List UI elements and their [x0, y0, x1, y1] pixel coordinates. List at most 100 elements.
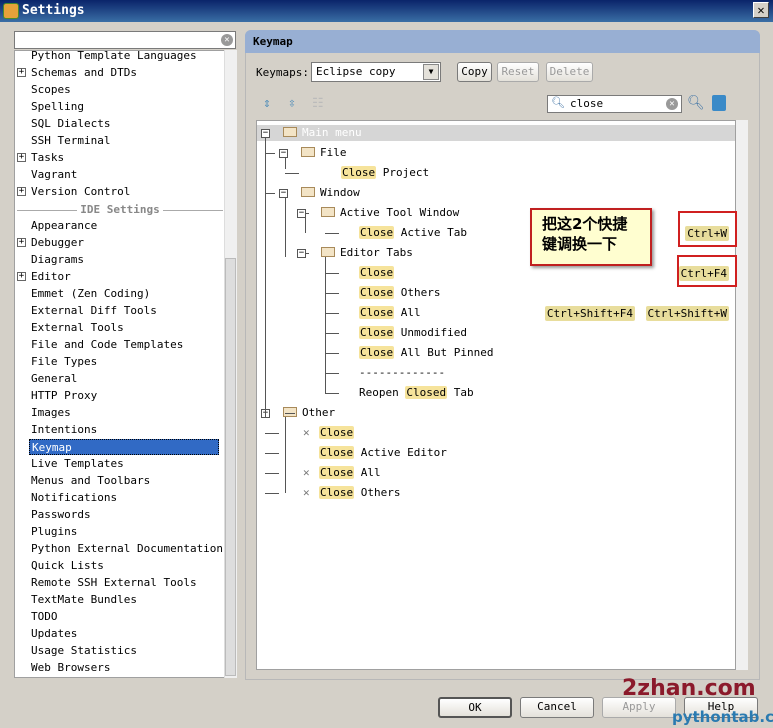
sidebar-item-external-tools[interactable]: External Tools [31, 320, 124, 336]
keymap-search-input[interactable]: 🔍︎ close ✕ [547, 95, 682, 113]
tree-connector [285, 197, 286, 257]
keymap-selected-value: Eclipse copy [316, 65, 396, 78]
expand-icon[interactable]: + [17, 238, 26, 247]
highlight-box [677, 255, 737, 287]
search-match: Close [359, 346, 395, 359]
tree-row[interactable]: Close Unmodified [359, 325, 467, 341]
expand-all-icon[interactable]: ⇕ [263, 96, 271, 111]
sidebar-item-general[interactable]: General [31, 371, 77, 387]
tree-row[interactable]: Close Active Tab [359, 225, 467, 241]
tree-connector [325, 393, 339, 394]
delete-button[interactable]: Delete [546, 62, 593, 82]
sidebar-scroll-thumb[interactable] [225, 258, 236, 676]
sidebar-item-usage-statistics[interactable]: Usage Statistics [31, 643, 137, 659]
tree-row[interactable]: ------------- [359, 365, 445, 381]
sidebar-item-ssh-terminal[interactable]: SSH Terminal [31, 133, 110, 149]
tree-row[interactable]: Window [301, 185, 360, 201]
sidebar-item-python-external-documentation[interactable]: Python External Documentation [31, 541, 223, 557]
sidebar-item-intentions[interactable]: Intentions [31, 422, 97, 438]
sidebar-item-keymap[interactable]: Keymap [29, 439, 219, 455]
annotation-note: 把这2个快捷键调换一下 [530, 208, 652, 266]
sidebar-item-remote-ssh-external-tools[interactable]: Remote SSH External Tools [31, 575, 197, 591]
sidebar-item-editor[interactable]: Editor [31, 269, 71, 285]
sidebar-item-diagrams[interactable]: Diagrams [31, 252, 84, 268]
sidebar-item-menus-and-toolbars[interactable]: Menus and Toolbars [31, 473, 150, 489]
sidebar-item-appearance[interactable]: Appearance [31, 218, 97, 234]
folder-icon [301, 147, 315, 157]
tree-connector [285, 157, 286, 169]
tree-connector [325, 257, 326, 393]
sidebar-item-quick-lists[interactable]: Quick Lists [31, 558, 104, 574]
unassigned-icon: ✕ [303, 466, 310, 479]
sidebar-item-plugins[interactable]: Plugins [31, 524, 77, 540]
expand-icon[interactable]: + [17, 68, 26, 77]
tree-row[interactable]: Close [359, 265, 395, 281]
folder-icon [283, 127, 297, 137]
search-match: Close [359, 226, 395, 239]
reset-button[interactable]: Reset [497, 62, 539, 82]
sidebar-item-images[interactable]: Images [31, 405, 71, 421]
expand-icon[interactable]: + [17, 153, 26, 162]
clear-search-icon[interactable]: ✕ [221, 34, 233, 46]
tree-label-suffix: Project [376, 166, 430, 179]
tree-scrollbar[interactable] [736, 120, 748, 670]
sidebar-item-web-browsers[interactable]: Web Browsers [31, 660, 110, 676]
tree-row[interactable]: Close All [319, 465, 381, 481]
tree-connector [305, 253, 309, 254]
tree-row[interactable]: Close Others [319, 485, 400, 501]
sidebar-item-spelling[interactable]: Spelling [31, 99, 84, 115]
tree-connector [325, 353, 339, 354]
sidebar-item-notifications[interactable]: Notifications [31, 490, 117, 506]
tree-label-suffix: Active Editor [354, 446, 447, 459]
sidebar-item-passwords[interactable]: Passwords [31, 507, 91, 523]
collapse-all-icon[interactable]: ⇳ [288, 96, 296, 111]
ok-button[interactable]: OK [438, 697, 512, 718]
cancel-button[interactable]: Cancel [520, 697, 594, 718]
tree-row[interactable]: Close Active Editor [319, 445, 447, 461]
settings-search-input[interactable]: ✕ [14, 31, 236, 49]
sidebar-item-live-templates[interactable]: Live Templates [31, 456, 124, 472]
collapse-toggle-icon[interactable]: − [279, 149, 288, 158]
dropdown-arrow-icon[interactable]: ▼ [423, 64, 439, 80]
watermark-pythontab: pythontab.com [672, 708, 773, 726]
keymap-select[interactable]: Eclipse copy ▼ [311, 62, 441, 82]
sidebar-item-vagrant[interactable]: Vagrant [31, 167, 77, 183]
tree-row[interactable]: Close Others [359, 285, 440, 301]
expand-icon[interactable]: + [17, 187, 26, 196]
sidebar-item-todo[interactable]: TODO [31, 609, 58, 625]
tree-row[interactable]: Close Project [341, 165, 429, 181]
sidebar-item-sql-dialects[interactable]: SQL Dialects [31, 116, 110, 132]
tree-row[interactable]: Editor Tabs [321, 245, 413, 261]
sidebar-item-emmet-zen-coding-[interactable]: Emmet (Zen Coding) [31, 286, 150, 302]
tree-row[interactable]: File [301, 145, 347, 161]
show-conflicts-icon[interactable]: ☷ [312, 96, 324, 111]
tree-row[interactable]: Active Tool Window [321, 205, 459, 221]
sidebar-item-schemas-and-dtds[interactable]: Schemas and DTDs [31, 65, 137, 81]
sidebar-item-http-proxy[interactable]: HTTP Proxy [31, 388, 97, 404]
tree-row[interactable]: Close All [359, 305, 421, 321]
sidebar-item-version-control[interactable]: Version Control [31, 184, 130, 200]
trash-icon[interactable] [712, 95, 726, 111]
sidebar-item-file-and-code-templates[interactable]: File and Code Templates [31, 337, 183, 353]
sidebar-item-textmate-bundles[interactable]: TextMate Bundles [31, 592, 137, 608]
collapse-toggle-icon[interactable]: − [279, 189, 288, 198]
sidebar-item-scopes[interactable]: Scopes [31, 82, 71, 98]
sidebar-item-debugger[interactable]: Debugger [31, 235, 84, 251]
clear-search-icon[interactable]: ✕ [666, 98, 678, 110]
expand-icon[interactable]: + [17, 272, 26, 281]
sidebar-item-file-types[interactable]: File Types [31, 354, 97, 370]
copy-button[interactable]: Copy [457, 62, 492, 82]
close-window-button[interactable]: ✕ [753, 2, 769, 18]
sidebar-item-tasks[interactable]: Tasks [31, 150, 64, 166]
sidebar-item-python-template-languages[interactable]: Python Template Languages [31, 51, 197, 64]
app-icon [3, 3, 19, 19]
tree-row[interactable]: Reopen Closed Tab [359, 385, 474, 401]
tree-connector [325, 373, 339, 374]
tree-row[interactable]: Close All But Pinned [359, 345, 493, 361]
tree-connector [265, 137, 266, 417]
tree-row[interactable]: Close [319, 425, 355, 441]
sidebar-item-updates[interactable]: Updates [31, 626, 77, 642]
find-by-shortcut-icon[interactable]: 🔍︎ [687, 95, 705, 111]
tree-row[interactable]: Main menu [257, 125, 735, 141]
sidebar-item-external-diff-tools[interactable]: External Diff Tools [31, 303, 157, 319]
